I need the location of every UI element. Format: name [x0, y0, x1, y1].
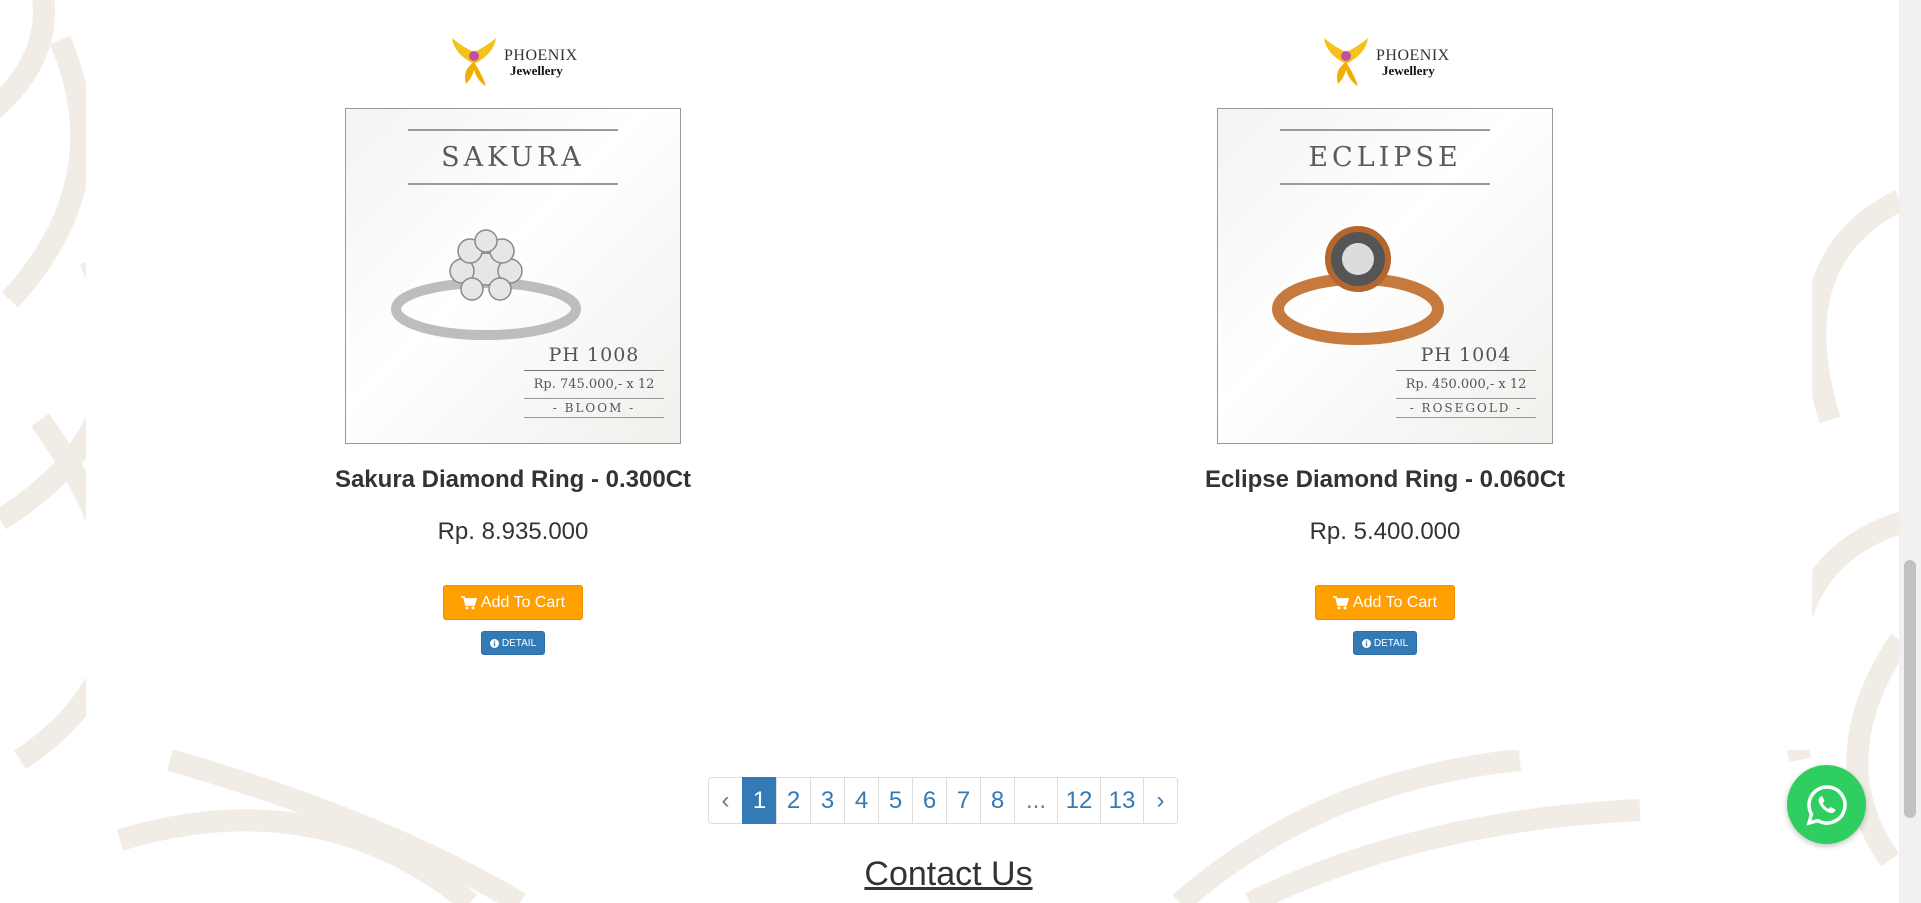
product-price: Rp. 5.400.000 [1309, 518, 1461, 545]
pagination-page-13[interactable]: 13 [1100, 777, 1144, 824]
vertical-scrollbar[interactable] [1899, 0, 1921, 903]
ring-illustration [1272, 226, 1444, 345]
brand-subtitle: Jewellery [1382, 62, 1435, 78]
pagination-next[interactable]: › [1143, 777, 1178, 824]
brand-name: PHOENIX [1376, 46, 1450, 64]
page-viewport: PHOENIX Jewellery SAKURA PH 1008 Rp. 745… [0, 0, 1921, 903]
brand-subtitle: Jewellery [510, 62, 563, 78]
scrollbar-thumb[interactable] [1904, 560, 1916, 818]
product-price: Rp. 8.935.000 [437, 518, 589, 545]
info-circle-icon [1361, 638, 1371, 648]
pagination-page-2[interactable]: 2 [776, 777, 811, 824]
pagination-page-5[interactable]: 5 [878, 777, 913, 824]
pagination: ‹ 1 2 3 4 5 6 7 8 ... 12 13 › [708, 777, 1178, 824]
pagination-page-1[interactable]: 1 [742, 777, 777, 824]
detail-button[interactable]: DETAIL [1353, 631, 1417, 655]
product-image-title: SAKURA [408, 129, 618, 185]
whatsapp-button[interactable] [1787, 765, 1866, 844]
add-to-cart-label: Add To Cart [480, 593, 566, 611]
add-to-cart-button[interactable]: Add To Cart [443, 585, 583, 620]
detail-label: DETAIL [1373, 637, 1409, 649]
pagination-page-12[interactable]: 12 [1057, 777, 1101, 824]
ring-illustration [391, 229, 581, 340]
detail-label: DETAIL [501, 637, 537, 649]
pagination-page-3[interactable]: 3 [810, 777, 845, 824]
brand-logo: PHOENIX Jewellery [448, 34, 580, 90]
product-name[interactable]: Eclipse Diamond Ring - 0.060Ct [1135, 466, 1635, 494]
pagination-page-4[interactable]: 4 [844, 777, 879, 824]
pagination-page-7[interactable]: 7 [946, 777, 981, 824]
variant-text: - ROSEGOLD - [1396, 398, 1536, 418]
info-circle-icon [489, 638, 499, 648]
product-image-title: ECLIPSE [1280, 129, 1490, 185]
shopping-cart-icon [460, 595, 477, 609]
installment-text: Rp. 745.000,- x 12 [533, 377, 655, 392]
brand-name: PHOENIX [504, 46, 578, 64]
pagination-page-6[interactable]: 6 [912, 777, 947, 824]
whatsapp-icon [1805, 784, 1847, 825]
shopping-cart-icon [1332, 595, 1349, 609]
add-to-cart-button[interactable]: Add To Cart [1315, 585, 1455, 620]
add-to-cart-label: Add To Cart [1352, 593, 1438, 611]
product-code: PH 1004 [1396, 344, 1536, 371]
pagination-ellipsis: ... [1014, 777, 1058, 824]
product-image-caption: PH 1004 Rp. 450.000,- x 12 - ROSEGOLD - [1396, 344, 1536, 418]
installment-text: Rp. 450.000,- x 12 [1405, 377, 1527, 392]
product-image-caption: PH 1008 Rp. 745.000,- x 12 - BLOOM - [524, 344, 664, 418]
pagination-prev[interactable]: ‹ [708, 777, 743, 824]
product-code: PH 1008 [524, 344, 664, 371]
product-image[interactable]: SAKURA PH 1008 Rp. 745.000,- x 12 - BLOO… [345, 108, 681, 444]
detail-button[interactable]: DETAIL [481, 631, 545, 655]
product-image[interactable]: ECLIPSE PH 1004 Rp. 450.000,- x 12 - ROS… [1217, 108, 1553, 444]
phoenix-icon [452, 38, 496, 86]
pagination-page-8[interactable]: 8 [980, 777, 1015, 824]
product-name[interactable]: Sakura Diamond Ring - 0.300Ct [263, 466, 763, 494]
contact-us-heading: Contact Us [864, 855, 1033, 893]
brand-logo: PHOENIX Jewellery [1320, 34, 1452, 90]
phoenix-icon [1324, 38, 1368, 86]
variant-text: - BLOOM - [524, 398, 664, 418]
